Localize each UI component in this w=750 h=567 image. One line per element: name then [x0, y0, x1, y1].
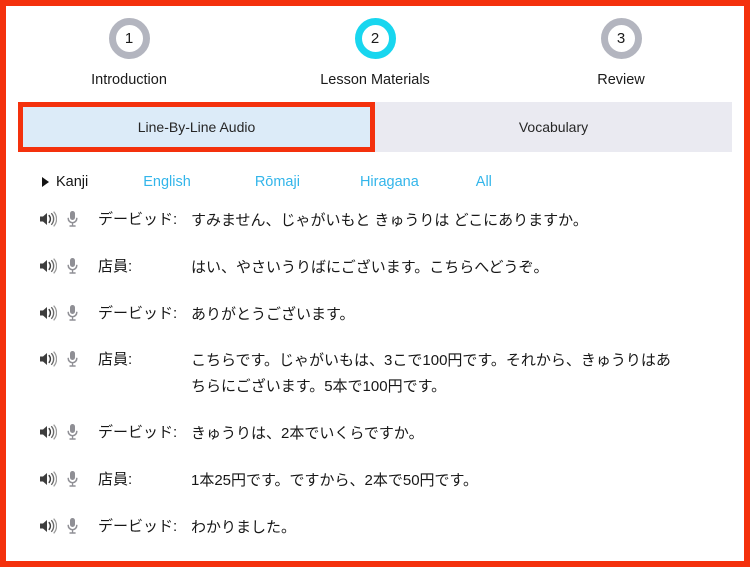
speaker-icon[interactable]: [38, 471, 58, 492]
dialogue-line: デービッド: わかりました。: [6, 515, 744, 541]
speaker-name: デービッド:: [98, 423, 178, 441]
line-controls: [38, 515, 79, 540]
speaker-icon[interactable]: [38, 211, 58, 232]
filter-current-label: Kanji: [56, 174, 89, 190]
filter-hiragana[interactable]: Hiragana: [360, 174, 419, 190]
filter-romaji[interactable]: Rōmaji: [255, 174, 300, 190]
utterance-text: ありがとうございます。: [191, 305, 355, 323]
utterance-text: 1本25円です。ですから、2本で50円です。: [191, 471, 479, 489]
line-controls: [38, 255, 79, 280]
tab-line-by-line-audio[interactable]: Line-By-Line Audio: [18, 102, 375, 152]
filter-all[interactable]: All: [476, 174, 492, 190]
dialogue-line: 店員: 1本25円です。ですから、2本で50円です。: [6, 468, 744, 494]
utterance-text: はい、やさいうりばにございます。こちらへどうぞ。: [191, 258, 549, 276]
speaker-icon[interactable]: [38, 351, 58, 372]
step-label: Review: [597, 72, 645, 88]
script-filter-row: Kanji English Rōmaji Hiragana All: [6, 152, 744, 194]
utterance-text: きゅうりは、2本でいくらですか。: [191, 424, 424, 442]
step-number-badge: 3: [600, 18, 642, 59]
step-number-badge: 1: [108, 18, 150, 59]
step-introduction[interactable]: 1 Introduction: [6, 18, 252, 88]
content-tabs: Line-By-Line Audio Vocabulary: [6, 102, 744, 152]
dialogue-line: デービッド: きゅうりは、2本でいくらですか。: [6, 421, 744, 447]
utterance-text: わかりました。: [191, 518, 297, 536]
microphone-icon[interactable]: [66, 517, 79, 540]
microphone-icon[interactable]: [66, 210, 79, 233]
microphone-icon[interactable]: [66, 304, 79, 327]
speaker-icon[interactable]: [38, 424, 58, 445]
microphone-icon[interactable]: [66, 350, 79, 373]
speaker-name: 店員:: [98, 257, 133, 275]
utterance-text: すみません、じゃがいもと きゅうりは どこにありますか。: [191, 212, 588, 229]
line-controls: [38, 421, 79, 446]
dialogue-line: 店員: はい、やさいうりばにございます。こちらへどうぞ。: [6, 255, 744, 281]
step-label: Introduction: [91, 72, 167, 88]
speaker-name: 店員:: [98, 351, 133, 369]
speaker-name: デービッド:: [98, 517, 178, 535]
microphone-icon[interactable]: [66, 470, 79, 493]
speaker-name: デービッド:: [98, 211, 178, 228]
triangle-right-icon: [42, 177, 49, 187]
lesson-page: 1 Introduction 2 Lesson Materials 3 Revi…: [0, 0, 750, 567]
utterance-text: こちらです。じゃがいもは、3こで100円です。それから、きゅうりはあちらにござい…: [191, 352, 671, 396]
microphone-icon[interactable]: [66, 423, 79, 446]
speaker-name: デービッド:: [98, 304, 178, 322]
line-controls: [38, 302, 79, 327]
dialogue-list: デービッド: すみません、じゃがいもと きゅうりは どこにありますか。 店員: …: [6, 194, 744, 540]
line-controls: [38, 208, 79, 233]
step-lesson-materials[interactable]: 2 Lesson Materials: [252, 18, 498, 88]
line-controls: [38, 468, 79, 493]
line-controls: [38, 348, 79, 373]
speaker-name: 店員:: [98, 470, 133, 488]
dialogue-line: デービッド: すみません、じゃがいもと きゅうりは どこにありますか。: [6, 208, 744, 234]
step-label: Lesson Materials: [320, 72, 430, 88]
speaker-icon[interactable]: [38, 305, 58, 326]
step-number-badge: 2: [354, 18, 396, 59]
step-review[interactable]: 3 Review: [498, 18, 744, 88]
filter-kanji-current[interactable]: Kanji: [42, 174, 88, 190]
microphone-icon[interactable]: [66, 257, 79, 280]
tab-vocabulary[interactable]: Vocabulary: [375, 102, 732, 152]
dialogue-line: 店員: こちらです。じゃがいもは、3こで100円です。それから、きゅうりはあちら…: [6, 348, 744, 400]
filter-english[interactable]: English: [143, 174, 191, 190]
speaker-icon[interactable]: [38, 518, 58, 539]
lesson-stepper: 1 Introduction 2 Lesson Materials 3 Revi…: [6, 6, 744, 94]
speaker-icon[interactable]: [38, 258, 58, 279]
dialogue-line: デービッド: ありがとうございます。: [6, 302, 744, 328]
